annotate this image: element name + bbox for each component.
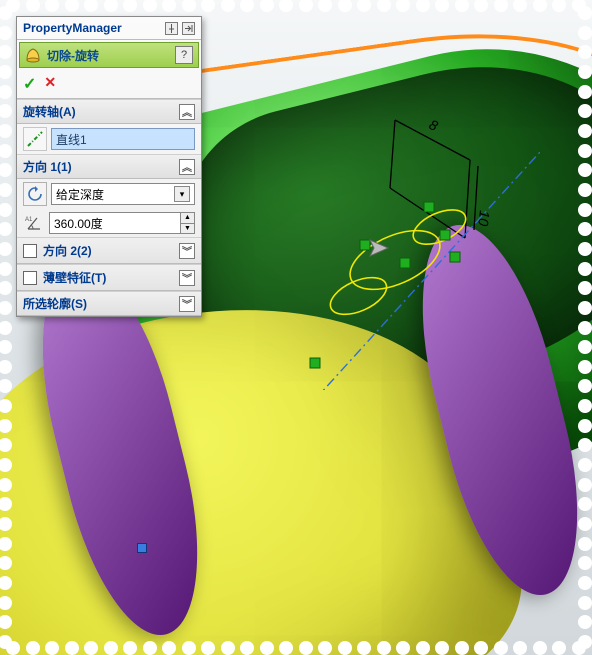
pin-icon[interactable] (165, 22, 178, 35)
help-button[interactable]: ? (175, 46, 193, 64)
cancel-button[interactable]: ✕ (44, 74, 56, 94)
angle-value: 360.00度 (50, 213, 180, 233)
section-axis-header[interactable]: 旋转轴(A) ︽ (17, 99, 201, 124)
section-axis-label: 旋转轴(A) (23, 103, 76, 120)
angle-icon: A1 (23, 212, 45, 234)
feature-header: 切除-旋转 ? (19, 42, 199, 68)
confirm-bar: ✓ ✕ (17, 70, 201, 99)
spin-up-button[interactable]: ▲ (180, 213, 194, 224)
chevron-down-icon[interactable]: ︾ (179, 296, 195, 312)
dir2-checkbox[interactable] (23, 244, 37, 258)
feature-name: 切除-旋转 (47, 47, 169, 64)
section-contours-header[interactable]: 所选轮廓(S) ︾ (17, 291, 201, 316)
reverse-direction-icon[interactable] (23, 182, 47, 206)
axis-line-icon (23, 127, 47, 151)
sketch-point-handle[interactable] (137, 543, 147, 553)
chevron-down-icon[interactable]: ︾ (179, 270, 195, 286)
property-manager-panel: PropertyManager 切除-旋转 ? ✓ ✕ 旋转轴(A) ︽ 直线1 (16, 16, 202, 317)
cut-revolve-icon (25, 47, 41, 63)
end-condition-row: 给定深度 ▾ (17, 179, 201, 209)
axis-selection-field[interactable]: 直线1 (51, 128, 195, 150)
arrow-bar-icon[interactable] (182, 22, 195, 35)
chevron-up-icon[interactable]: ︽ (179, 104, 195, 120)
panel-title: PropertyManager (23, 21, 161, 35)
end-condition-combo[interactable]: 给定深度 ▾ (51, 183, 195, 205)
chevron-up-icon[interactable]: ︽ (179, 159, 195, 175)
axis-row: 直线1 (17, 124, 201, 154)
spin-down-button[interactable]: ▼ (180, 224, 194, 234)
section-dir2-label: 方向 2(2) (43, 242, 173, 259)
section-dir1-header[interactable]: 方向 1(1) ︽ (17, 154, 201, 179)
panel-titlebar: PropertyManager (17, 17, 201, 40)
angle-row: A1 360.00度 ▲ ▼ (17, 209, 201, 237)
thin-checkbox[interactable] (23, 271, 37, 285)
chevron-down-icon[interactable]: ▾ (174, 186, 190, 202)
section-thin-label: 薄壁特征(T) (43, 269, 173, 286)
svg-text:A1: A1 (25, 217, 33, 223)
end-condition-value: 给定深度 (56, 186, 104, 203)
chevron-down-icon[interactable]: ︾ (179, 243, 195, 259)
section-contours-label: 所选轮廓(S) (23, 295, 87, 312)
section-dir2-header[interactable]: 方向 2(2) ︾ (17, 237, 201, 264)
angle-input[interactable]: 360.00度 ▲ ▼ (49, 212, 195, 234)
section-dir1-label: 方向 1(1) (23, 158, 72, 175)
section-thin-header[interactable]: 薄壁特征(T) ︾ (17, 264, 201, 291)
ok-button[interactable]: ✓ (23, 74, 36, 94)
